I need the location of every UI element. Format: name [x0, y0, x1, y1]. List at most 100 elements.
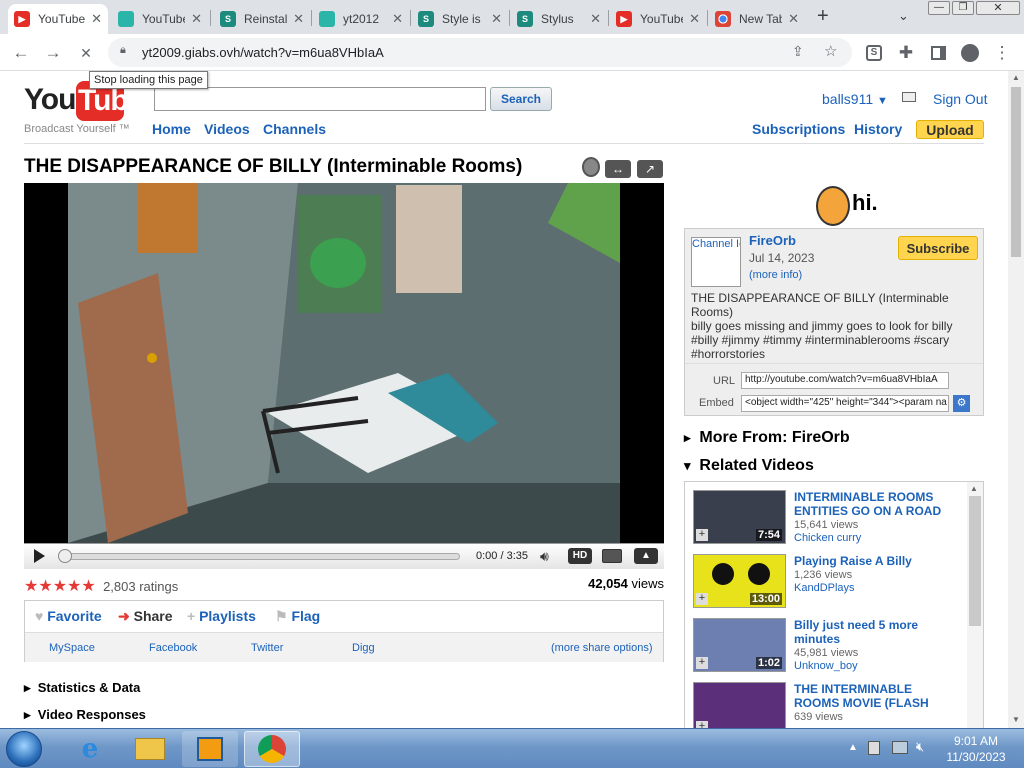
related-scrollbar[interactable]: ▲: [967, 482, 983, 728]
close-window-icon[interactable]: ✕: [976, 1, 1020, 15]
add-plus-icon[interactable]: +: [696, 593, 708, 605]
favorite-button[interactable]: ♥ Favorite: [35, 608, 102, 624]
related-thumbnail[interactable]: +: [693, 682, 786, 728]
channel-name[interactable]: FireOrb: [749, 233, 796, 248]
more-share-options[interactable]: (more share options): [551, 642, 653, 654]
seek-handle[interactable]: [58, 549, 72, 563]
file-explorer-icon[interactable]: [122, 731, 178, 767]
page-scroll-thumb[interactable]: [1011, 87, 1021, 257]
related-scroll-thumb[interactable]: [969, 496, 981, 626]
nav-videos[interactable]: Videos: [204, 121, 250, 137]
browser-tab[interactable]: S Stylus ✕: [511, 4, 607, 34]
share-twitter[interactable]: Twitter: [251, 642, 283, 654]
close-tab-icon[interactable]: ✕: [392, 11, 403, 27]
share-myspace[interactable]: MySpace: [49, 642, 95, 654]
address-bar[interactable]: 🔒︎ yt2009.giabs.ovh/watch?v=m6ua8VHbIaA …: [108, 38, 852, 67]
username-link[interactable]: balls911 ▼: [822, 91, 888, 107]
related-video-item[interactable]: +13:00 Playing Raise A Billy 1,236 views…: [693, 554, 973, 616]
system-clock[interactable]: 9:01 AM 11/30/2023: [936, 733, 1016, 765]
hd-toggle[interactable]: HD: [568, 548, 592, 564]
related-video-item[interactable]: +7:54 INTERMINABLE ROOMS ENTITIES GO ON …: [693, 490, 973, 552]
minimize-icon[interactable]: —: [928, 1, 950, 15]
extensions-puzzle-icon[interactable]: ✚: [894, 41, 918, 65]
related-thumbnail[interactable]: +7:54: [693, 490, 786, 544]
channel-thumbnail[interactable]: Channel Icon: [691, 237, 741, 287]
new-tab-icon[interactable]: +: [817, 5, 829, 28]
back-icon[interactable]: ←: [9, 41, 33, 65]
share-button[interactable]: ➜ Share: [118, 608, 173, 625]
stylus-extension-icon[interactable]: S: [862, 41, 886, 65]
star-icon[interactable]: ★: [81, 578, 95, 595]
star-icon[interactable]: ★: [53, 578, 67, 595]
fullscreen-icon[interactable]: ▲: [634, 548, 658, 564]
browser-tab[interactable]: ▶ YouTube ✕: [8, 4, 108, 34]
popout-icon[interactable]: ↗: [637, 160, 663, 178]
internet-explorer-icon[interactable]: e: [62, 731, 118, 767]
menu-kebab-icon[interactable]: ⋮: [990, 41, 1014, 65]
search-button[interactable]: Search: [490, 87, 552, 111]
media-player-icon[interactable]: [182, 731, 238, 767]
related-video-item[interactable]: +1:02 Billy just need 5 more minutes 45,…: [693, 618, 973, 680]
sign-out-link[interactable]: Sign Out: [933, 91, 987, 107]
chrome-taskbar-icon[interactable]: [244, 731, 300, 767]
related-video-item[interactable]: + THE INTERMINABLE ROOMS MOVIE (FLASH LO…: [693, 682, 973, 728]
lock-icon[interactable]: 🔒︎: [120, 44, 126, 57]
browser-tab[interactable]: New Tab ✕: [709, 4, 805, 34]
related-videos-expander[interactable]: ▾ Related Videos: [684, 457, 814, 475]
upload-button[interactable]: Upload: [916, 120, 984, 139]
size-toggle-icon[interactable]: [602, 549, 622, 563]
related-thumbnail[interactable]: +1:02: [693, 618, 786, 672]
show-hidden-icons[interactable]: ▲: [848, 742, 858, 753]
browser-tab[interactable]: S Style is ✕: [412, 4, 508, 34]
url-field[interactable]: http://youtube.com/watch?v=m6ua8VHbIaA: [741, 372, 949, 389]
video-responses-expander[interactable]: ▸ Video Responses: [24, 707, 146, 723]
tab-search-chevron-icon[interactable]: ⌄: [898, 8, 909, 24]
close-tab-icon[interactable]: ✕: [191, 11, 202, 27]
browser-tab[interactable]: S Reinstall ✕: [214, 4, 310, 34]
volume-icon[interactable]: 🔊︎: [540, 548, 549, 565]
close-tab-icon[interactable]: ✕: [788, 11, 799, 27]
embed-field[interactable]: <object width="425" height="344"><param …: [741, 395, 949, 412]
add-plus-icon[interactable]: +: [696, 721, 708, 728]
nav-channels[interactable]: Channels: [263, 121, 326, 137]
close-tab-icon[interactable]: ✕: [590, 11, 601, 27]
close-tab-icon[interactable]: ✕: [689, 11, 700, 27]
widescreen-toggle-icon[interactable]: ↔: [605, 160, 631, 178]
start-button[interactable]: [6, 731, 42, 767]
close-tab-icon[interactable]: ✕: [293, 11, 304, 27]
url-text[interactable]: yt2009.giabs.ovh/watch?v=m6ua8VHbIaA: [142, 45, 384, 60]
volume-muted-icon[interactable]: 🔇︎: [916, 739, 924, 755]
share-icon[interactable]: ⇪: [792, 43, 804, 60]
seek-bar[interactable]: [64, 553, 460, 560]
video-frame[interactable]: [68, 183, 620, 543]
add-plus-icon[interactable]: +: [696, 529, 708, 541]
star-icon[interactable]: ★: [24, 578, 38, 595]
history-link[interactable]: History: [854, 121, 902, 137]
side-panel-icon[interactable]: [926, 41, 950, 65]
inbox-envelope-icon[interactable]: [902, 92, 916, 102]
browser-tab[interactable]: YouTube ✕: [112, 4, 208, 34]
forward-icon[interactable]: →: [41, 41, 65, 65]
more-info-link[interactable]: (more info): [749, 269, 802, 281]
video-player[interactable]: 0:00 / 3:35 🔊︎ HD ▲: [24, 183, 664, 569]
browser-tab[interactable]: ▶ YouTube ✕: [610, 4, 706, 34]
related-channel[interactable]: KandDPlays: [794, 582, 855, 595]
subscribe-button[interactable]: Subscribe: [898, 236, 978, 260]
subscriptions-link[interactable]: Subscriptions: [752, 121, 845, 137]
close-tab-icon[interactable]: ✕: [491, 11, 502, 27]
page-scrollbar[interactable]: ▲ ▼: [1008, 71, 1024, 728]
action-center-flag-icon[interactable]: [868, 741, 880, 755]
nav-home[interactable]: Home: [152, 121, 191, 137]
network-icon[interactable]: [892, 741, 908, 754]
profile-avatar-icon[interactable]: [958, 41, 982, 65]
embed-settings-gear-icon[interactable]: ⚙: [953, 395, 970, 412]
star-icon[interactable]: ★: [38, 578, 52, 595]
flag-button[interactable]: ⚑ Flag: [275, 608, 320, 625]
star-icon[interactable]: ★: [67, 578, 81, 595]
more-from-expander[interactable]: ▸ More From: FireOrb: [684, 429, 850, 447]
close-tab-icon[interactable]: ✕: [91, 11, 102, 27]
related-thumbnail[interactable]: +13:00: [693, 554, 786, 608]
related-title[interactable]: Playing Raise A Billy: [794, 554, 954, 568]
browser-tab[interactable]: yt2012 ✕: [313, 4, 409, 34]
add-plus-icon[interactable]: +: [696, 657, 708, 669]
